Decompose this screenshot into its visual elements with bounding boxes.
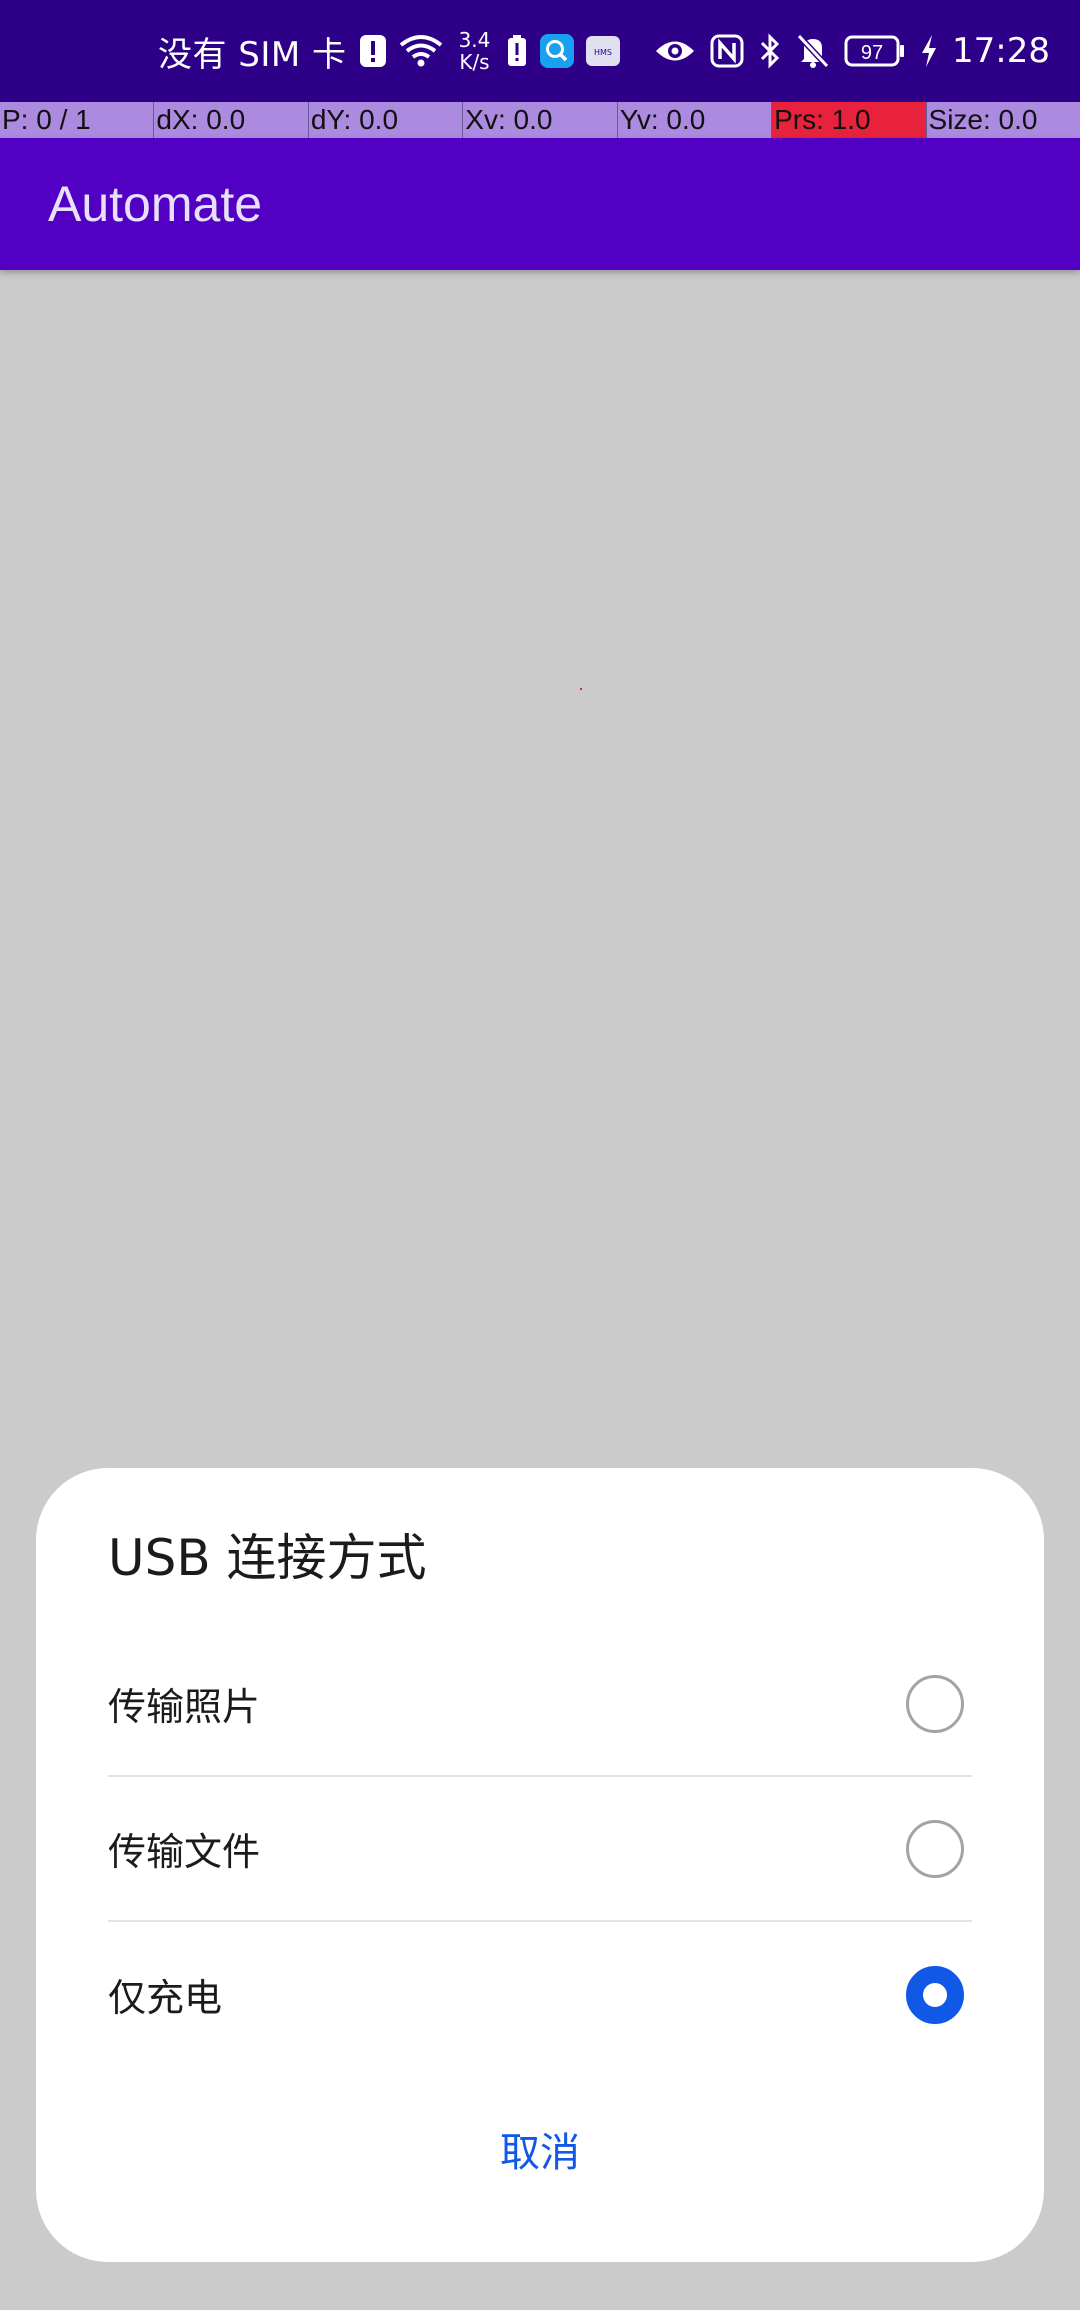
nfc-icon [710,34,744,68]
usb-mode-options: 传输照片 传输文件 仅充电 [108,1632,972,2067]
app-title: Automate [48,176,263,232]
network-speed-unit: K/s [459,50,490,74]
network-speed-value: 3.4 [458,28,491,52]
radio-button[interactable] [906,1819,964,1878]
pointer-dy: dY: 0.0 [307,102,462,138]
battery-saver-icon [506,34,528,68]
pointer-location-overlay: P: 0 / 1 dX: 0.0 dY: 0.0 Xv: 0.0 Yv: 0.0… [0,102,1080,138]
option-transfer-photos[interactable]: 传输照片 [108,1632,972,1777]
touch-point-marker [580,688,582,690]
option-transfer-files[interactable]: 传输文件 [108,1777,972,1922]
radio-button-selected[interactable] [906,1965,964,2024]
option-label: 传输文件 [108,1830,261,1874]
pointer-pressure: Prs: 1.0 [771,102,926,138]
status-bar: 没有 SIM 卡 3.4 K/s HMS 97 17:28 [0,0,1080,102]
clock: 17:28 [952,31,1050,71]
pointer-size: Size: 0.0 [925,102,1080,138]
carrier-text: 没有 SIM 卡 [158,34,347,75]
option-label: 传输照片 [108,1685,261,1729]
bluetooth-icon [758,33,782,69]
cancel-button[interactable]: 取消 [36,2120,1044,2178]
pointer-count: P: 0 / 1 [2,104,91,135]
pointer-dx: dX: 0.0 [153,102,307,138]
network-speed: 3.4 K/s [459,29,491,73]
search-app-icon [540,34,575,68]
hms-label: HMS [594,48,612,57]
option-charge-only[interactable]: 仅充电 [108,1922,972,2067]
alert-icon [359,34,387,68]
battery-level: 97 [861,42,883,64]
hms-icon: HMS [586,34,621,68]
battery-icon: 97 [844,35,906,67]
charging-icon [920,34,938,68]
eye-icon [654,36,696,66]
dialog-title: USB 连接方式 [108,1529,427,1587]
radio-button[interactable] [906,1674,964,1733]
option-label: 仅充电 [108,1976,223,2020]
pointer-xv: Xv: 0.0 [462,102,616,138]
mute-bell-icon [796,33,830,69]
usb-connection-dialog: USB 连接方式 传输照片 传输文件 仅充电 取消 [36,1468,1044,2262]
wifi-icon [399,34,443,68]
pointer-yv: Yv: 0.0 [616,102,771,138]
app-bar: Automate [0,138,1080,270]
